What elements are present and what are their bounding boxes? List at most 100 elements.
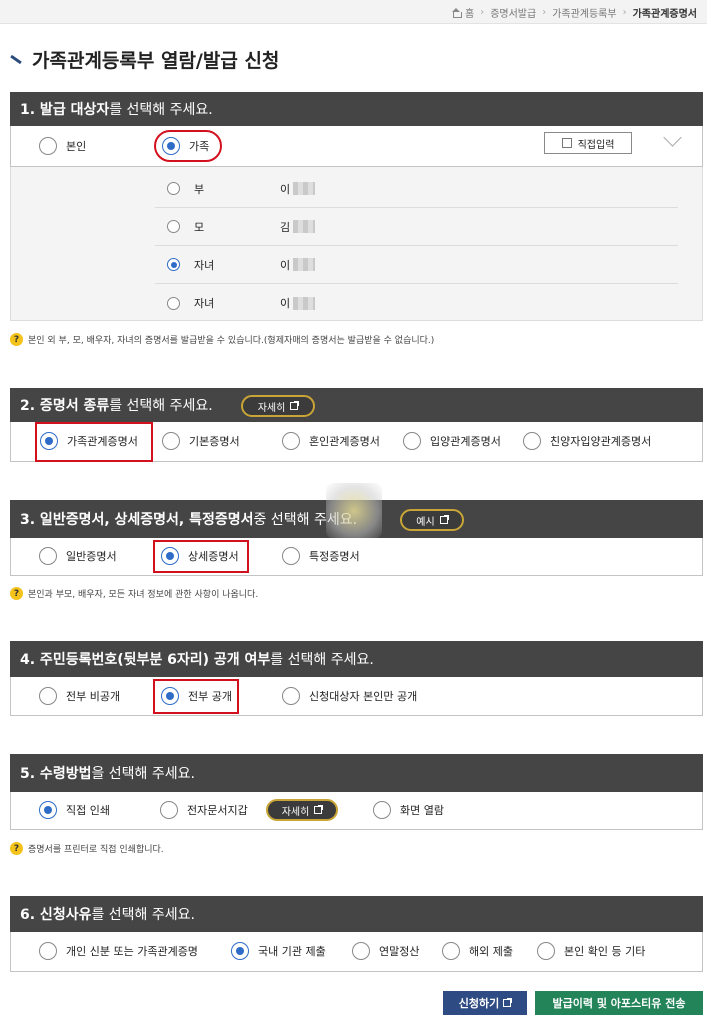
breadcrumb-family-register[interactable]: 가족관계등록부: [552, 5, 616, 20]
section-5-title-rest: 을 선택해 주세요.: [91, 766, 195, 782]
section-5-detail-button[interactable]: 자세히: [266, 799, 338, 821]
radio-adoption-cert[interactable]: [403, 432, 421, 450]
option-family[interactable]: 가족: [162, 137, 209, 155]
family-relation: 자녀: [194, 297, 215, 310]
radio-e-wallet[interactable]: [160, 801, 178, 819]
direct-input-button[interactable]: 직접입력: [544, 132, 632, 154]
family-relation: 부: [194, 182, 205, 196]
family-relation-cell: 자녀: [155, 295, 280, 311]
radio-full-adoption-cert[interactable]: [523, 432, 541, 450]
page-title: 가족관계등록부 열람/발급 신청: [10, 46, 279, 73]
breadcrumb-separator: ›: [622, 7, 627, 18]
radio-specific-cert[interactable]: [282, 547, 300, 565]
section-1-title-rest: 를 선택해 주세요.: [109, 102, 213, 118]
radio-other[interactable]: [537, 942, 555, 960]
option-specific-cert[interactable]: 특정증명서: [282, 547, 360, 565]
family-name: 이: [280, 258, 291, 272]
section-2-title-rest: 를 선택해 주세요.: [109, 398, 213, 414]
breadcrumb-current: 가족관계증명서: [632, 9, 697, 20]
family-name-cell: 이: [280, 257, 316, 273]
section-3-note-text: 본인과 부모, 배우자, 모든 자녀 정보에 관한 사항이 나옵니다.: [28, 590, 259, 600]
help-icon: ?: [10, 842, 23, 855]
option-marriage-cert[interactable]: 혼인관계증명서: [282, 432, 380, 450]
radio-family-relation-cert[interactable]: [40, 432, 58, 450]
chevron-down-icon[interactable]: [663, 134, 681, 152]
option-self-label: 본인: [66, 140, 87, 153]
option-year-end-tax[interactable]: 연말정산: [352, 942, 419, 960]
option-self[interactable]: 본인: [39, 137, 86, 155]
section-4-header: 4. 주민등록번호(뒷부분 6자리) 공개 여부 를 선택해 주세요.: [10, 641, 703, 677]
option-label: 상세증명서: [188, 550, 239, 563]
section-6-body: 개인 신분 또는 가족관계증명 국내 기관 제출 연말정산 해외 제출 본인 확…: [10, 932, 703, 972]
radio-direct-print[interactable]: [39, 801, 57, 819]
breadcrumb-home[interactable]: 홈: [465, 5, 474, 20]
option-label: 혼인관계증명서: [309, 435, 380, 448]
section-6-title-rest: 를 선택해 주세요.: [91, 907, 195, 923]
radio-self[interactable]: [39, 137, 57, 155]
option-overseas[interactable]: 해외 제출: [442, 942, 513, 960]
option-self-only-public[interactable]: 신청대상자 본인만 공개: [282, 687, 417, 705]
option-label: 국내 기관 제출: [258, 945, 326, 958]
option-identity-family[interactable]: 개인 신분 또는 가족관계증명: [39, 942, 198, 960]
section-6-title-bold: 6. 신청사유: [20, 907, 92, 923]
radio-year-end-tax[interactable]: [352, 942, 370, 960]
family-row[interactable]: 자녀 이: [155, 284, 678, 322]
direct-input-label: 직접입력: [577, 139, 615, 151]
section-2-header: 2. 증명서 종류 를 선택해 주세요.: [10, 388, 703, 422]
section-3-body: 일반증명서 상세증명서 특정증명서: [10, 538, 703, 576]
option-family-label: 가족: [189, 140, 210, 153]
option-other[interactable]: 본인 확인 등 기타: [537, 942, 645, 960]
family-name-cell: 이: [280, 295, 316, 311]
family-row[interactable]: 부 이: [155, 170, 678, 208]
help-icon: ?: [10, 333, 23, 346]
radio-all-public[interactable]: [161, 687, 179, 705]
checkbox-icon[interactable]: [561, 138, 572, 148]
option-direct-print[interactable]: 직접 인쇄: [39, 801, 110, 819]
radio-family[interactable]: [162, 137, 180, 155]
radio-general-cert[interactable]: [39, 547, 57, 565]
option-label: 전부 공개: [188, 690, 232, 703]
option-domestic-agency[interactable]: 국내 기관 제출: [231, 942, 326, 960]
section-2-detail-button[interactable]: 자세히: [241, 395, 315, 417]
option-family-relation-cert[interactable]: 가족관계증명서: [40, 432, 138, 450]
radio-domestic-agency[interactable]: [231, 942, 249, 960]
option-label: 신청대상자 본인만 공개: [309, 690, 418, 703]
family-row[interactable]: 자녀 이: [155, 246, 678, 284]
radio-family-member[interactable]: [167, 296, 180, 310]
radio-screen-view[interactable]: [373, 801, 391, 819]
option-adoption-cert[interactable]: 입양관계증명서: [403, 432, 501, 450]
radio-self-only-public[interactable]: [282, 687, 300, 705]
breadcrumb-certificate-issue[interactable]: 증명서발급: [490, 5, 536, 20]
radio-detailed-cert[interactable]: [161, 547, 179, 565]
family-name-cell: 김: [280, 219, 316, 235]
family-relation: 모: [194, 220, 205, 234]
option-general-cert[interactable]: 일반증명서: [39, 547, 117, 565]
section-3-example-button[interactable]: 예시: [400, 509, 464, 531]
breadcrumb: 홈 › 증명서발급 › 가족관계등록부 › 가족관계증명서: [451, 5, 697, 20]
option-screen-view[interactable]: 화면 열람: [373, 801, 444, 819]
blurred-name: [293, 220, 316, 233]
section-5-title-bold: 5. 수령방법: [20, 766, 92, 782]
radio-overseas[interactable]: [442, 942, 460, 960]
option-all-public[interactable]: 전부 공개: [161, 687, 232, 705]
section-2-detail-label: 자세히: [257, 402, 286, 414]
option-basic-cert[interactable]: 기본증명서: [162, 432, 240, 450]
option-e-wallet[interactable]: 전자문서지갑: [160, 801, 248, 819]
history-apostille-button[interactable]: 발급이력 및 아포스티유 전송: [535, 991, 703, 1015]
option-all-private[interactable]: 전부 비공개: [39, 687, 120, 705]
family-row[interactable]: 모 김: [155, 208, 678, 246]
radio-family-member[interactable]: [167, 220, 180, 233]
radio-family-member[interactable]: [167, 182, 180, 195]
option-full-adoption-cert[interactable]: 친양자입양관계증명서: [523, 432, 651, 450]
radio-marriage-cert[interactable]: [282, 432, 300, 450]
radio-identity-family[interactable]: [39, 942, 57, 960]
section-1-body: 본인 가족 직접입력: [10, 126, 703, 167]
radio-basic-cert[interactable]: [162, 432, 180, 450]
apply-button[interactable]: 신청하기: [443, 991, 527, 1015]
radio-all-private[interactable]: [39, 687, 57, 705]
option-detailed-cert[interactable]: 상세증명서: [161, 547, 239, 565]
home-icon[interactable]: [451, 7, 462, 18]
section-1-title-bold: 1. 발급 대상자: [20, 102, 110, 118]
radio-family-member[interactable]: [167, 258, 180, 271]
blurred-name: [293, 258, 316, 271]
